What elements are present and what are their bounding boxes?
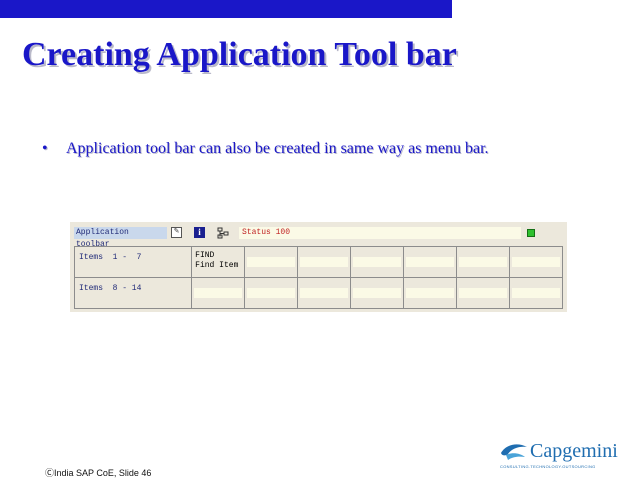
- capgemini-spade-icon: [501, 444, 527, 460]
- grid-cell[interactable]: [244, 277, 299, 309]
- items-grid: Items 1 - 7 FIND Find Item Items 8 - 14: [73, 246, 564, 309]
- table-row: Items 1 - 7 FIND Find Item: [73, 246, 564, 278]
- slide-title: Creating Application Tool bar: [22, 36, 457, 73]
- capgemini-logo: Capgemini CONSULTING.TECHNOLOGY.OUTSOURC…: [498, 440, 624, 470]
- grid-cell[interactable]: [403, 277, 457, 309]
- row-label: Items 1 - 7: [79, 253, 142, 262]
- bullet-text: Application tool bar can also be created…: [66, 140, 489, 157]
- grid-cell[interactable]: [508, 246, 564, 278]
- empty-field[interactable]: [353, 257, 402, 267]
- grid-cell[interactable]: [508, 277, 564, 309]
- empty-field[interactable]: [247, 288, 296, 298]
- empty-field[interactable]: [194, 288, 243, 298]
- row-label-cell: Items 1 - 7: [73, 246, 193, 278]
- hierarchy-icon[interactable]: [217, 227, 229, 239]
- logo-tagline: CONSULTING.TECHNOLOGY.OUTSOURCING: [500, 464, 596, 469]
- empty-field[interactable]: [459, 288, 507, 298]
- row-label: Items 8 - 14: [79, 284, 142, 293]
- grid-cell[interactable]: [350, 277, 405, 309]
- slide-footer: ⒸIndia SAP CoE, Slide 46: [45, 468, 152, 478]
- info-icon[interactable]: i: [194, 227, 205, 238]
- grid-cell[interactable]: [350, 246, 405, 278]
- empty-field[interactable]: [406, 257, 454, 267]
- sap-screen-screenshot: Application toolbar ✎ i Status 100 Items…: [70, 222, 567, 312]
- empty-field[interactable]: [406, 288, 454, 298]
- edit-icon[interactable]: ✎: [171, 227, 182, 238]
- bullet-item: • Application tool bar can also be create…: [42, 140, 489, 158]
- empty-field[interactable]: [300, 288, 349, 298]
- empty-field[interactable]: [300, 257, 349, 267]
- row-label-cell: Items 8 - 14: [73, 277, 193, 309]
- grid-cell[interactable]: [191, 277, 246, 309]
- grid-cell[interactable]: [297, 246, 352, 278]
- grid-cell[interactable]: [244, 246, 299, 278]
- status-field: Status 100: [239, 227, 521, 239]
- empty-field[interactable]: [511, 257, 560, 267]
- find-text: Find Item: [195, 261, 239, 270]
- toolbar-label: Application toolbar: [74, 227, 167, 249]
- empty-field[interactable]: [247, 257, 296, 267]
- find-code: FIND: [195, 251, 215, 260]
- top-accent-bar: [0, 0, 452, 18]
- empty-field[interactable]: [459, 257, 507, 267]
- empty-field[interactable]: [353, 288, 402, 298]
- grid-cell[interactable]: [456, 277, 510, 309]
- green-status-icon: [527, 229, 535, 237]
- bullet-symbol: •: [42, 140, 48, 157]
- grid-cell[interactable]: [297, 277, 352, 309]
- grid-cell[interactable]: [403, 246, 457, 278]
- grid-cell[interactable]: [456, 246, 510, 278]
- empty-field[interactable]: [511, 288, 560, 298]
- table-row: Items 8 - 14: [73, 277, 564, 309]
- logo-name: Capgemini: [530, 440, 618, 462]
- find-cell[interactable]: FIND Find Item: [191, 246, 246, 278]
